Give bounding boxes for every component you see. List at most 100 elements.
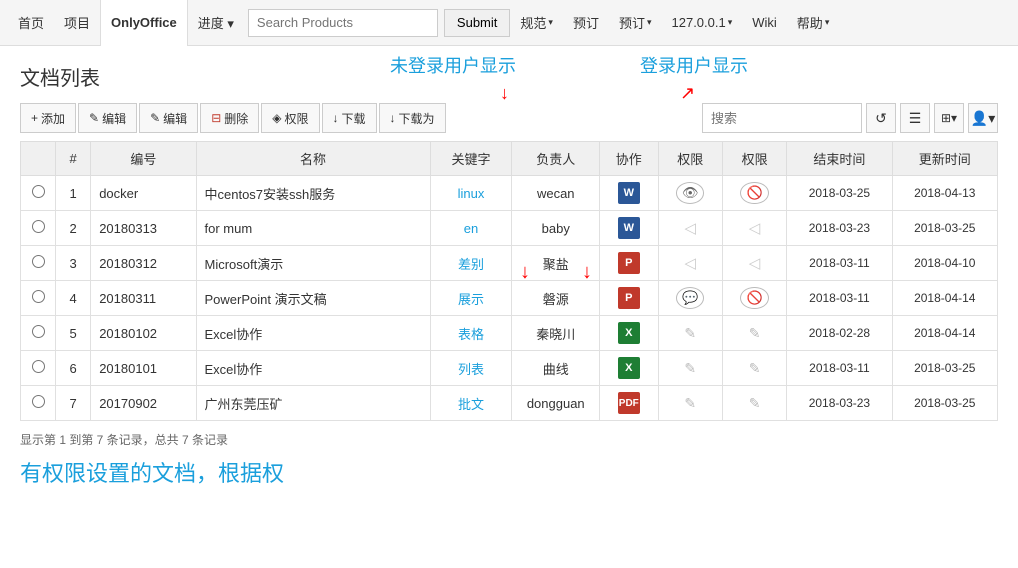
row-name-1: 中centos7安装ssh服务 bbox=[196, 176, 430, 211]
row-name-2: for mum bbox=[196, 211, 430, 246]
row-perm1-3[interactable]: ◁ bbox=[658, 246, 722, 281]
file-excel-icon: X bbox=[618, 322, 640, 344]
add-icon: + bbox=[31, 111, 38, 125]
perm-eye-open[interactable]: 👁 bbox=[676, 182, 705, 204]
row-perm2-4[interactable]: 🚫 bbox=[722, 281, 786, 316]
row-collab-6: X bbox=[600, 351, 659, 386]
edit-button-1[interactable]: ✎ 编辑 bbox=[78, 103, 137, 133]
refresh-button[interactable]: ↺ bbox=[866, 103, 896, 133]
annotation-bottom: 有权限设置的文档，根据权 bbox=[20, 456, 998, 488]
row-perm2-2[interactable]: ◁ bbox=[722, 211, 786, 246]
row-collab-4: P bbox=[600, 281, 659, 316]
download-button[interactable]: ↓ 下载 bbox=[322, 103, 377, 133]
col-name: 名称 bbox=[196, 142, 430, 176]
edit-icon-2: ✎ bbox=[150, 111, 160, 125]
perm-eye-slash-plain[interactable]: ◁ bbox=[684, 220, 696, 237]
submit-button[interactable]: Submit bbox=[444, 9, 510, 37]
perm-pencil[interactable]: ✎ bbox=[749, 325, 761, 341]
navbar: 首页 项目 OnlyOffice 进度 ▾ Submit 规范 ▾ 预订 预订 … bbox=[0, 0, 1018, 46]
col-owner: 负责人 bbox=[512, 142, 600, 176]
row-radio-6[interactable] bbox=[21, 351, 56, 386]
row-perm1-6[interactable]: ✎ bbox=[658, 351, 722, 386]
row-owner-6: 曲线 bbox=[512, 351, 600, 386]
annotation-unlogged: 未登录用户显示 bbox=[390, 52, 516, 78]
row-keyword-5: 表格 bbox=[430, 316, 512, 351]
main-content: 文档列表 未登录用户显示 登录用户显示 ↓ ↗ + 添加 ✎ 编辑 ✎ 编辑 ⊟… bbox=[0, 46, 1018, 504]
row-update-date-3: 2018-04-10 bbox=[892, 246, 997, 281]
grid-view-button[interactable]: ⊞▾ bbox=[934, 103, 964, 133]
row-code-5: 20180102 bbox=[91, 316, 196, 351]
row-num-2: 2 bbox=[56, 211, 91, 246]
nav-progress[interactable]: 进度 ▾ bbox=[188, 0, 244, 46]
permission-button[interactable]: ◈ 权限 bbox=[261, 103, 319, 133]
row-radio-7[interactable] bbox=[21, 386, 56, 421]
document-table: # 编号 名称 关键字 负责人 协作 权限 权限 结束时间 更新时间 1 doc… bbox=[20, 141, 998, 421]
perm-pencil[interactable]: ✎ bbox=[749, 360, 761, 376]
nav-prebook1[interactable]: 预订 bbox=[563, 0, 609, 46]
add-button[interactable]: + 添加 bbox=[20, 103, 76, 133]
perm-pencil[interactable]: ✎ bbox=[684, 325, 696, 341]
download-as-button[interactable]: ↓ 下载为 bbox=[379, 103, 446, 133]
row-end-date-6: 2018-03-11 bbox=[787, 351, 892, 386]
row-perm2-1[interactable]: 🚫 bbox=[722, 176, 786, 211]
table-row: 6 20180101 Excel协作 列表 曲线 X ✎ ✎ 2018-03-1… bbox=[21, 351, 998, 386]
row-radio-3[interactable] bbox=[21, 246, 56, 281]
col-num: # bbox=[56, 142, 91, 176]
search-input[interactable] bbox=[248, 9, 438, 37]
perm-pencil[interactable]: ✎ bbox=[749, 395, 761, 411]
document-toolbar: + 添加 ✎ 编辑 ✎ 编辑 ⊟ 删除 ◈ 权限 ↓ 下载 ↓ 下载为 ↺ bbox=[20, 103, 998, 133]
row-end-date-3: 2018-03-11 bbox=[787, 246, 892, 281]
row-code-2: 20180313 bbox=[91, 211, 196, 246]
perm-eye-slash-plain[interactable]: ◁ bbox=[684, 255, 696, 272]
row-keyword-3: 差别 bbox=[430, 246, 512, 281]
col-perm1: 权限 bbox=[658, 142, 722, 176]
row-perm1-4[interactable]: 💬 bbox=[658, 281, 722, 316]
perm-eye-slash[interactable]: 🚫 bbox=[740, 182, 768, 204]
row-perm1-7[interactable]: ✎ bbox=[658, 386, 722, 421]
row-perm2-3[interactable]: ◁ bbox=[722, 246, 786, 281]
row-radio-5[interactable] bbox=[21, 316, 56, 351]
table-row: 3 20180312 Microsoft演示 差别 聚盐 P ◁ ◁ 2018-… bbox=[21, 246, 998, 281]
delete-button[interactable]: ⊟ 删除 bbox=[200, 103, 259, 133]
row-owner-2: baby bbox=[512, 211, 600, 246]
file-pdf-icon: PDF bbox=[618, 392, 640, 414]
row-perm2-7[interactable]: ✎ bbox=[722, 386, 786, 421]
row-collab-2: W bbox=[600, 211, 659, 246]
perm-pencil[interactable]: ✎ bbox=[684, 360, 696, 376]
nav-ip[interactable]: 127.0.0.1 ▾ bbox=[662, 0, 743, 46]
row-perm1-2[interactable]: ◁ bbox=[658, 211, 722, 246]
download-icon: ↓ bbox=[333, 111, 339, 125]
perm-pencil[interactable]: ✎ bbox=[684, 395, 696, 411]
nav-search-area bbox=[248, 9, 438, 37]
nav-help[interactable]: 帮助 ▾ bbox=[787, 0, 840, 46]
nav-wiki[interactable]: Wiki bbox=[742, 0, 787, 46]
row-radio-1[interactable] bbox=[21, 176, 56, 211]
nav-home[interactable]: 首页 bbox=[8, 0, 54, 46]
row-radio-2[interactable] bbox=[21, 211, 56, 246]
nav-prebook2[interactable]: 预订 ▾ bbox=[609, 0, 662, 46]
row-radio-4[interactable] bbox=[21, 281, 56, 316]
user-filter-button[interactable]: 👤▾ bbox=[968, 103, 998, 133]
edit-button-2[interactable]: ✎ 编辑 bbox=[139, 103, 198, 133]
row-code-6: 20180101 bbox=[91, 351, 196, 386]
row-perm2-5[interactable]: ✎ bbox=[722, 316, 786, 351]
row-num-5: 5 bbox=[56, 316, 91, 351]
nav-onlyoffice[interactable]: OnlyOffice bbox=[100, 0, 188, 46]
file-ppt-icon: P bbox=[618, 252, 640, 274]
perm-chat[interactable]: 💬 bbox=[676, 287, 704, 309]
row-code-7: 20170902 bbox=[91, 386, 196, 421]
row-code-1: docker bbox=[91, 176, 196, 211]
perm-eye-slash-plain[interactable]: ◁ bbox=[749, 220, 761, 237]
row-name-3: Microsoft演示 bbox=[196, 246, 430, 281]
nav-project[interactable]: 项目 bbox=[54, 0, 100, 46]
nav-spec[interactable]: 规范 ▾ bbox=[510, 0, 563, 46]
list-view-button[interactable]: ☰ bbox=[900, 103, 930, 133]
row-perm1-1[interactable]: 👁 bbox=[658, 176, 722, 211]
row-perm2-6[interactable]: ✎ bbox=[722, 351, 786, 386]
table-search-input[interactable] bbox=[702, 103, 862, 133]
perm-eye-slash[interactable]: 🚫 bbox=[740, 287, 768, 309]
row-perm1-5[interactable]: ✎ bbox=[658, 316, 722, 351]
row-end-date-5: 2018-02-28 bbox=[787, 316, 892, 351]
perm-eye-slash-plain[interactable]: ◁ bbox=[749, 255, 761, 272]
row-end-date-1: 2018-03-25 bbox=[787, 176, 892, 211]
